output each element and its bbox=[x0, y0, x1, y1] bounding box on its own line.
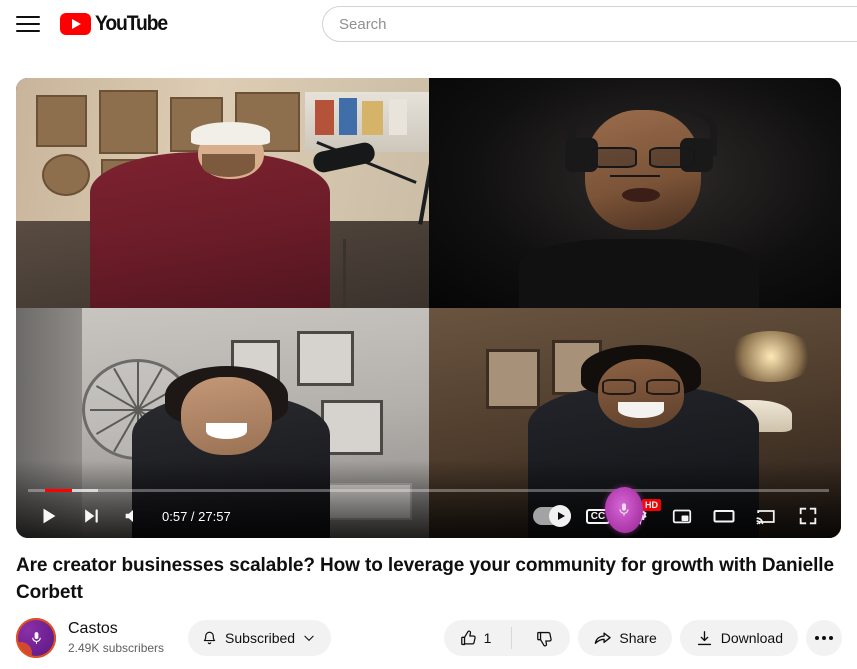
miniplayer-button[interactable] bbox=[661, 495, 703, 537]
thumbs-down-icon bbox=[537, 631, 553, 646]
hd-quality-badge: HD bbox=[642, 499, 661, 511]
bell-icon bbox=[203, 631, 216, 644]
player-controls: 0:57 / 27:57 CC HD bbox=[16, 487, 841, 538]
share-button[interactable]: Share bbox=[578, 620, 672, 656]
youtube-play-icon bbox=[60, 13, 91, 35]
video-tile-top-left bbox=[16, 78, 429, 308]
player-controls-right: CC HD bbox=[533, 487, 829, 537]
hamburger-line bbox=[16, 16, 40, 18]
video-info-row: Castos 2.49K subscribers Subscribed 1 Sh… bbox=[16, 616, 842, 660]
video-actions: 1 Share Download bbox=[443, 620, 842, 656]
hamburger-line bbox=[16, 23, 40, 25]
autoplay-knob bbox=[549, 505, 571, 527]
progress-played bbox=[44, 488, 73, 492]
more-dot bbox=[822, 636, 826, 640]
search-input[interactable] bbox=[339, 15, 857, 33]
masthead: YouTube bbox=[0, 0, 857, 48]
subscribed-label: Subscribed bbox=[225, 630, 296, 646]
more-actions-button[interactable] bbox=[806, 620, 842, 656]
cast-button[interactable] bbox=[745, 495, 787, 537]
progress-bar[interactable] bbox=[28, 488, 829, 492]
hamburger-line bbox=[16, 30, 40, 32]
theater-mode-button[interactable] bbox=[703, 495, 745, 537]
video-player[interactable]: 0:57 / 27:57 CC HD bbox=[16, 78, 841, 538]
time-display: 0:57 / 27:57 bbox=[162, 508, 231, 524]
download-label: Download bbox=[720, 630, 783, 646]
volume-button[interactable] bbox=[112, 495, 154, 537]
play-button[interactable] bbox=[28, 495, 70, 537]
autoplay-toggle[interactable] bbox=[533, 505, 571, 527]
channel-text: Castos 2.49K subscribers bbox=[68, 619, 164, 657]
more-dot bbox=[815, 636, 819, 640]
video-grid bbox=[16, 78, 841, 538]
youtube-wordmark: YouTube bbox=[95, 12, 168, 35]
video-tile-top-right bbox=[428, 78, 841, 308]
fullscreen-button[interactable] bbox=[787, 495, 829, 537]
action-divider bbox=[511, 627, 513, 649]
search-container bbox=[322, 6, 857, 42]
download-button[interactable]: Download bbox=[679, 620, 798, 656]
subscriber-count: 2.49K subscribers bbox=[68, 641, 165, 655]
dislike-button[interactable] bbox=[519, 620, 570, 656]
more-dot bbox=[829, 636, 833, 640]
share-arrow-icon bbox=[595, 631, 612, 644]
like-dislike-group: 1 bbox=[443, 620, 571, 656]
subscribed-button[interactable]: Subscribed bbox=[188, 620, 332, 656]
microphone-cursor-icon bbox=[605, 487, 643, 533]
chevron-down-icon bbox=[304, 635, 314, 641]
hamburger-menu-icon[interactable] bbox=[16, 12, 40, 36]
search-box[interactable] bbox=[322, 6, 857, 42]
avatar[interactable] bbox=[16, 618, 56, 658]
share-label: Share bbox=[619, 630, 657, 646]
like-button[interactable]: 1 bbox=[444, 620, 505, 656]
channel-info: Castos 2.49K subscribers Subscribed bbox=[16, 618, 332, 658]
channel-name[interactable]: Castos bbox=[68, 619, 164, 639]
youtube-logo[interactable]: YouTube bbox=[60, 12, 173, 36]
page-title: Are creator businesses scalable? How to … bbox=[16, 555, 834, 603]
next-video-button[interactable] bbox=[70, 495, 112, 537]
player-controls-left: 0:57 / 27:57 bbox=[28, 495, 241, 537]
like-count: 1 bbox=[483, 630, 492, 646]
download-arrow-icon bbox=[697, 630, 711, 645]
thumbs-up-icon bbox=[460, 630, 476, 645]
